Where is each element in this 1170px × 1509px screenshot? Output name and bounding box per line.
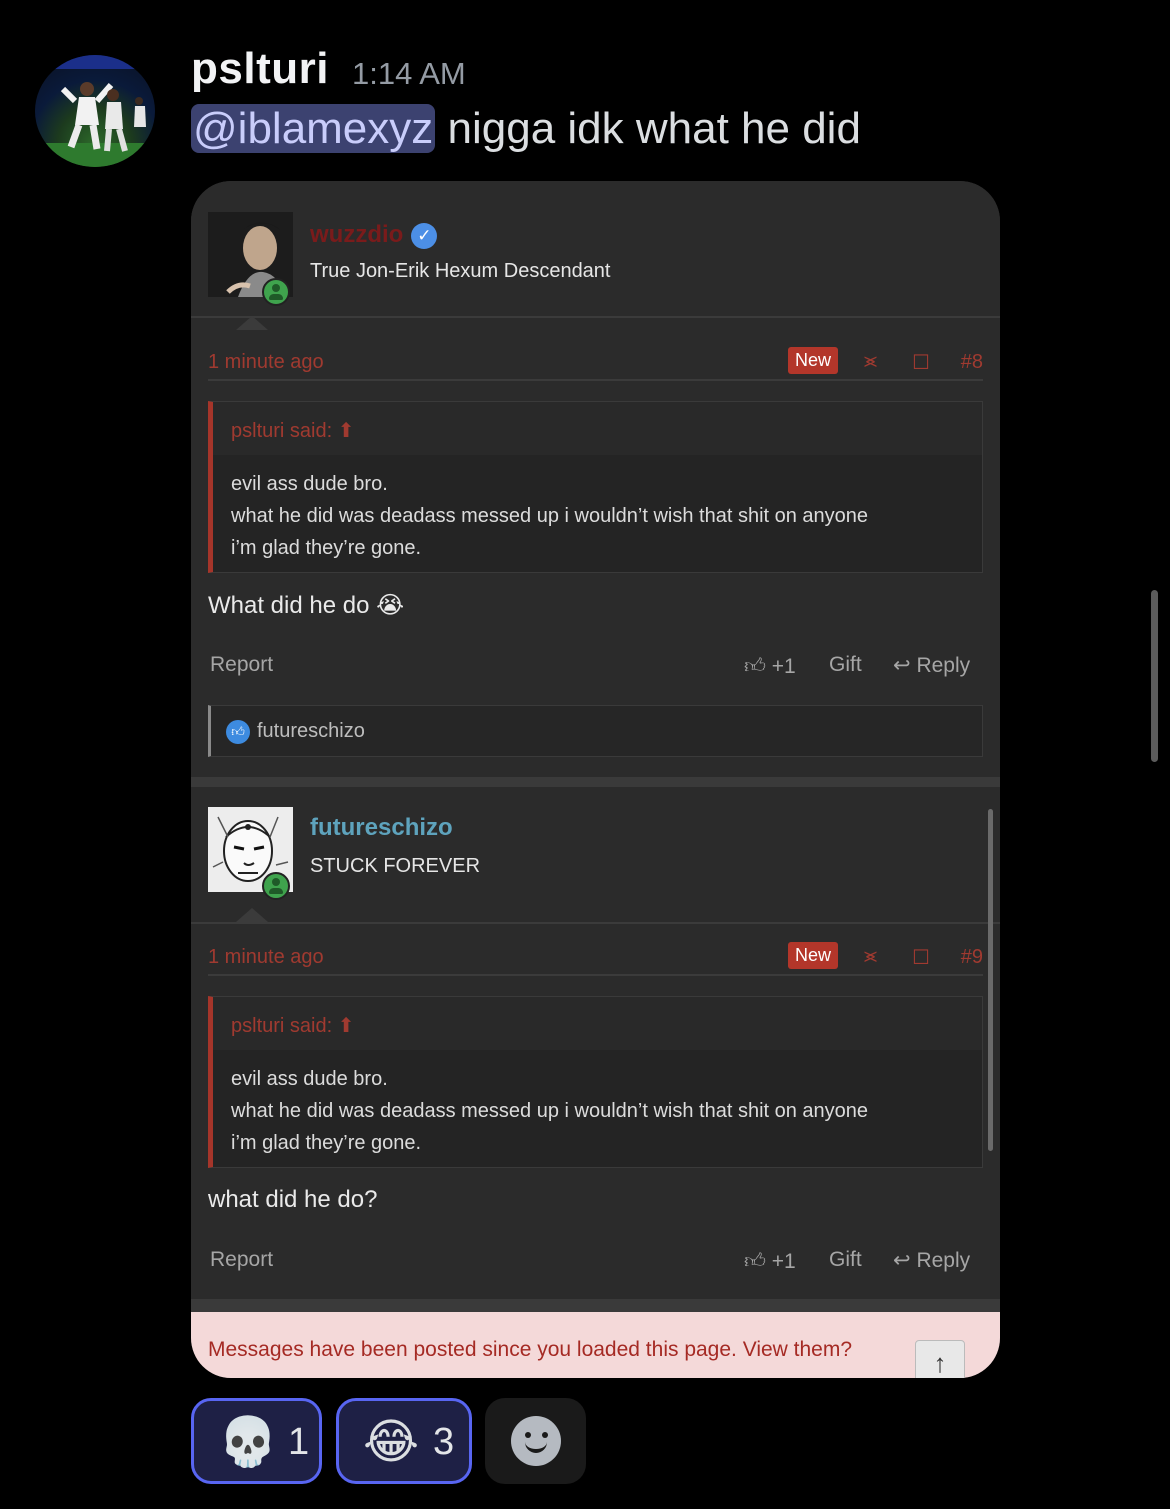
like-button[interactable]: 👍︎ +1: [744, 653, 796, 679]
bookmark-icon[interactable]: ☐: [912, 945, 930, 970]
quote-block: pslturi said: ⬆ evil ass dude bro. what …: [208, 996, 983, 1168]
user-avatar[interactable]: [35, 55, 155, 167]
share-icon[interactable]: ⪤: [864, 350, 877, 373]
user-mention[interactable]: @iblamexyz: [191, 104, 436, 153]
reply-button[interactable]: ↩ Reply: [893, 1248, 970, 1273]
reaction-count: 1: [288, 1421, 310, 1463]
post-header: futureschizo STUCK FOREVER: [191, 787, 1000, 924]
thumbs-up-icon: 👍︎: [744, 1250, 766, 1273]
post-body: What did he do 😭: [208, 592, 405, 619]
add-reaction-button[interactable]: [485, 1398, 586, 1484]
reply-icon: ↩: [893, 1249, 911, 1272]
poster-name[interactable]: wuzzdio ✓: [310, 221, 438, 249]
verified-badge-icon: ✓: [411, 222, 438, 249]
smiley-face-icon: [511, 1416, 561, 1466]
post-divider: [191, 777, 1000, 787]
post-meta: 1 minute ago New ⪤ ☐ #9: [208, 940, 983, 976]
post-time[interactable]: 1 minute ago: [208, 351, 324, 374]
post-number[interactable]: #8: [961, 351, 983, 374]
message-text: nigga idk what he did: [435, 104, 861, 153]
poster-user-title: STUCK FOREVER: [310, 855, 481, 877]
post-number[interactable]: #9: [961, 946, 983, 969]
reactions-bar[interactable]: 👍︎ futureschizo: [208, 705, 983, 757]
quote-attribution[interactable]: pslturi said: ⬆: [231, 418, 354, 443]
reaction-skull[interactable]: 💀 1: [191, 1398, 322, 1484]
quote-attribution-text: pslturi said:: [231, 420, 333, 442]
report-link[interactable]: Report: [210, 653, 273, 677]
report-link[interactable]: Report: [210, 1248, 273, 1272]
like-button[interactable]: 👍︎ +1: [744, 1248, 796, 1274]
reply-button[interactable]: ↩ Reply: [893, 653, 970, 678]
header-pointer: [236, 908, 268, 922]
post-body: what did he do?: [208, 1186, 378, 1213]
quote-block: pslturi said: ⬆ evil ass dude bro. what …: [208, 401, 983, 573]
quote-header: pslturi said: ⬆: [213, 997, 982, 1050]
page-scrollbar[interactable]: [1151, 590, 1158, 762]
quote-attribution-text: pslturi said:: [231, 1015, 333, 1037]
quote-line: evil ass dude bro.: [231, 1068, 388, 1090]
quote-header: pslturi said: ⬆: [213, 402, 982, 455]
online-status-icon: [262, 278, 290, 306]
poster-name-text: wuzzdio: [310, 221, 404, 248]
reaction-users[interactable]: futureschizo: [257, 720, 365, 743]
bookmark-icon[interactable]: ☐: [912, 350, 930, 375]
inner-scrollbar[interactable]: [988, 809, 993, 1151]
quote-line: i’m glad they’re gone.: [231, 1132, 422, 1154]
new-messages-banner[interactable]: Messages have been posted since you load…: [191, 1312, 1000, 1378]
post-meta: 1 minute ago New ⪤ ☐ #8: [208, 345, 983, 381]
reply-label: Reply: [916, 654, 971, 677]
reply-icon: ↩: [893, 654, 911, 677]
attached-image[interactable]: wuzzdio ✓ True Jon-Erik Hexum Descendant …: [191, 181, 1000, 1378]
like-count: +1: [771, 1250, 796, 1273]
like-count: +1: [771, 655, 796, 678]
arrow-up-icon[interactable]: ↑: [915, 1340, 965, 1378]
quote-text: evil ass dude bro. what he did was deada…: [231, 468, 868, 564]
poster-name[interactable]: futureschizo: [310, 814, 453, 842]
post-time[interactable]: 1 minute ago: [208, 946, 324, 969]
post-divider: [191, 1299, 1000, 1312]
reply-label: Reply: [916, 1249, 971, 1272]
gift-link[interactable]: Gift: [829, 1248, 862, 1272]
header-pointer: [236, 316, 268, 330]
go-to-quote-icon[interactable]: ⬆: [338, 1015, 355, 1037]
like-reaction-icon: 👍︎: [226, 720, 250, 744]
gift-link[interactable]: Gift: [829, 653, 862, 677]
reaction-count: 3: [433, 1421, 455, 1463]
online-status-icon: [262, 872, 290, 900]
share-icon[interactable]: ⪤: [864, 945, 877, 968]
quote-text: evil ass dude bro. what he did was deada…: [231, 1063, 868, 1159]
quote-line: what he did was deadass messed up i woul…: [231, 505, 869, 527]
thumbs-up-icon: 👍︎: [744, 655, 766, 678]
post-header: wuzzdio ✓ True Jon-Erik Hexum Descendant: [191, 181, 1000, 318]
poster-user-title: True Jon-Erik Hexum Descendant: [310, 260, 611, 282]
quote-line: i’m glad they’re gone.: [231, 537, 422, 559]
skull-icon: 💀: [218, 1416, 278, 1469]
message-content: @iblamexyz nigga idk what he did: [191, 104, 861, 154]
joy-icon: 😂: [363, 1416, 420, 1469]
go-to-quote-icon[interactable]: ⬆: [338, 420, 355, 442]
reaction-joy[interactable]: 😂 3: [336, 1398, 472, 1484]
quote-line: what he did was deadass messed up i woul…: [231, 1100, 869, 1122]
new-messages-text[interactable]: Messages have been posted since you load…: [208, 1338, 852, 1362]
new-badge: New: [788, 347, 839, 374]
message-author[interactable]: pslturi: [191, 44, 329, 94]
message-timestamp: 1:14 AM: [352, 56, 466, 91]
quote-line: evil ass dude bro.: [231, 473, 388, 495]
new-badge: New: [788, 942, 839, 969]
quote-attribution[interactable]: pslturi said: ⬆: [231, 1013, 354, 1038]
